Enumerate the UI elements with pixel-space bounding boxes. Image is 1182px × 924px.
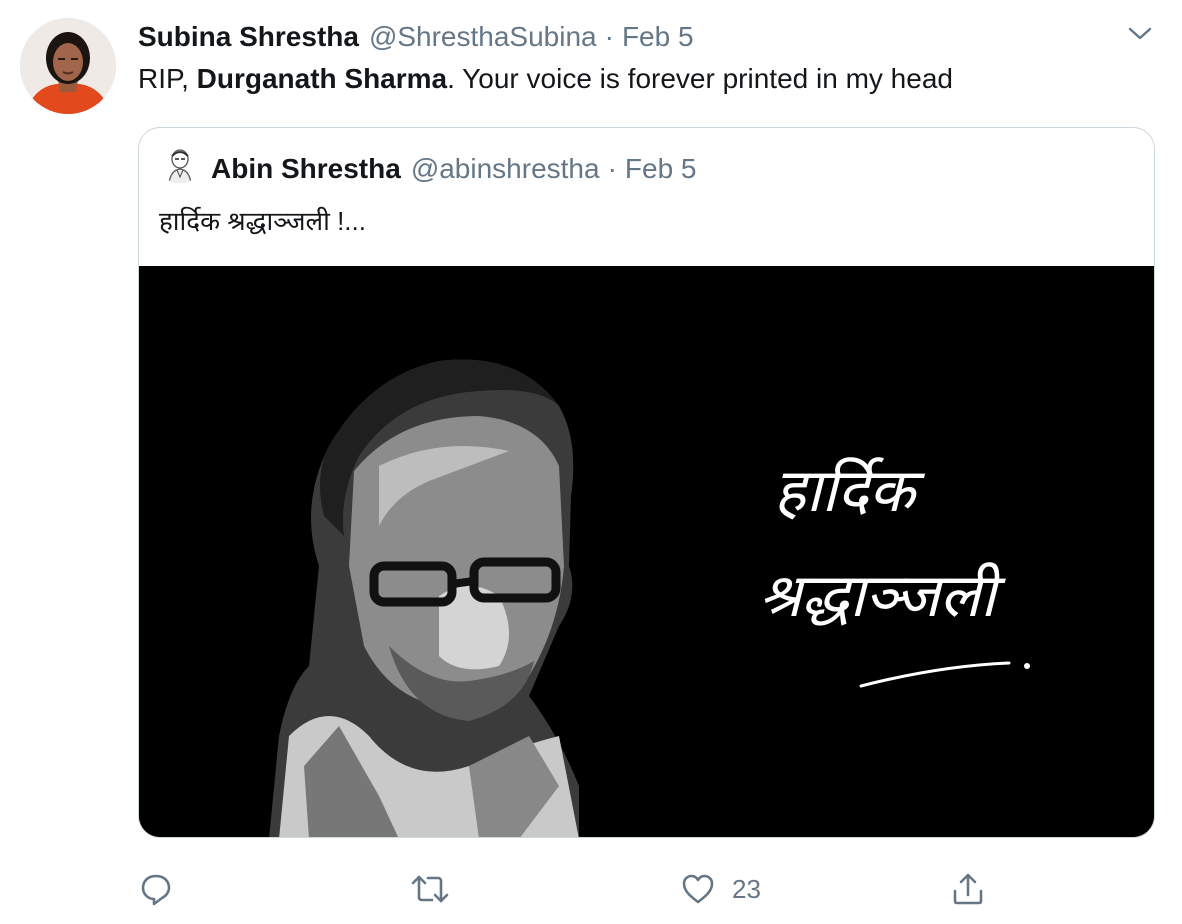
tweet-text: RIP, Durganath Sharma. Your voice is for… bbox=[138, 62, 953, 96]
retweet-icon bbox=[411, 875, 449, 903]
separator-dot: · bbox=[604, 21, 614, 52]
avatar[interactable] bbox=[20, 18, 116, 114]
tweet: Subina Shrestha @ShresthaSubina · Feb 5 … bbox=[0, 0, 1182, 924]
share-icon bbox=[953, 873, 983, 905]
quoted-tweet-header: Abin Shrestha @abinshrestha · Feb 5 bbox=[211, 152, 697, 186]
more-menu-button[interactable] bbox=[1124, 22, 1156, 46]
tweet-text-suffix: . Your voice is forever printed in my he… bbox=[447, 63, 953, 94]
chevron-down-icon bbox=[1128, 27, 1152, 40]
decorative-dot bbox=[1024, 663, 1030, 669]
like-button[interactable]: 23 bbox=[680, 866, 761, 912]
tweet-header: Subina Shrestha @ShresthaSubina · Feb 5 bbox=[138, 20, 694, 54]
quoted-tweet-text: हार्दिक श्रद्धाञ्जली !... bbox=[159, 206, 366, 236]
reply-button[interactable] bbox=[138, 866, 190, 912]
quoted-tweet-card[interactable]: Abin Shrestha @abinshrestha · Feb 5 हार्… bbox=[138, 127, 1155, 838]
author-name[interactable]: Subina Shrestha bbox=[138, 21, 359, 53]
retweet-button[interactable] bbox=[410, 866, 466, 912]
heart-icon bbox=[682, 874, 714, 904]
quoted-tweet-image[interactable]: हार्दिक श्रद्धाञ्जली bbox=[139, 266, 1154, 837]
reply-icon bbox=[141, 874, 171, 906]
image-overlay-text-2: श्रद्धाञ्जली bbox=[759, 561, 1006, 631]
image-overlay-text-1: हार्दिक bbox=[774, 456, 926, 526]
action-bar: 23 bbox=[138, 866, 1155, 912]
quoted-author-handle[interactable]: @abinshrestha bbox=[411, 153, 600, 185]
quoted-avatar[interactable] bbox=[161, 146, 199, 184]
quoted-author-name[interactable]: Abin Shrestha bbox=[211, 153, 401, 185]
share-button[interactable] bbox=[950, 866, 1002, 912]
quoted-tweet-date[interactable]: Feb 5 bbox=[625, 153, 697, 185]
author-handle[interactable]: @ShresthaSubina bbox=[369, 21, 597, 53]
mention-name: Durganath Sharma bbox=[196, 63, 448, 94]
separator-dot: · bbox=[607, 153, 617, 184]
like-count: 23 bbox=[732, 873, 761, 904]
tweet-text-prefix: RIP, bbox=[138, 63, 197, 94]
tweet-date[interactable]: Feb 5 bbox=[622, 21, 694, 53]
